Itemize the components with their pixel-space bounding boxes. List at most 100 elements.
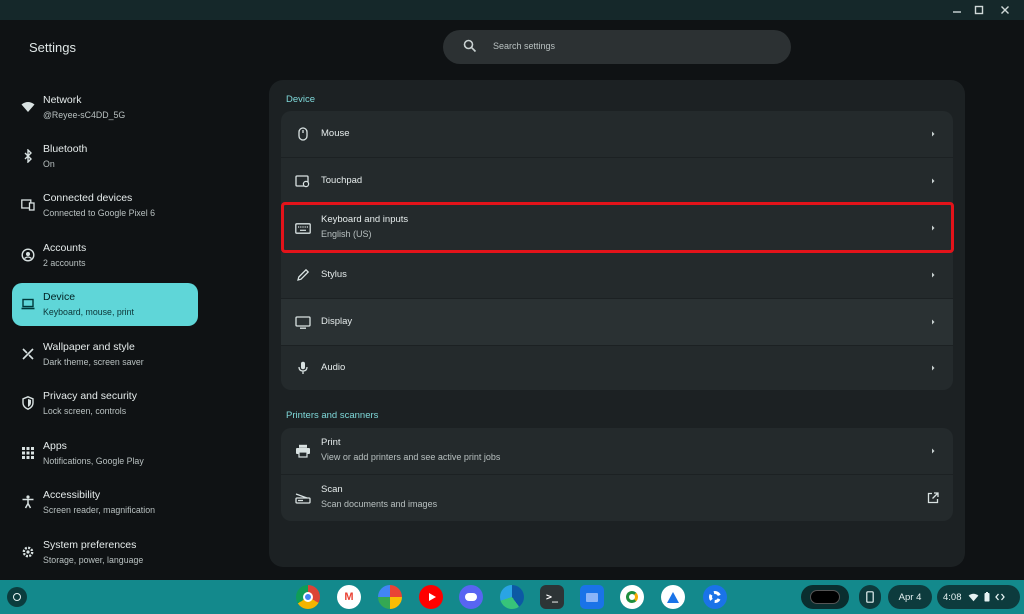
sidebar-item-privacy[interactable]: Privacy and security Lock screen, contro… [12, 382, 198, 425]
mouse-label: Mouse [321, 128, 350, 139]
terminal-icon[interactable]: >_ [540, 585, 564, 609]
device-section-heading: Device [286, 94, 316, 105]
chrome-icon[interactable] [296, 585, 320, 609]
touchpad-icon [295, 173, 311, 189]
bluetooth-icon [20, 148, 36, 164]
apps-grid-icon [20, 445, 36, 461]
sidebar-item-label: System preferences [43, 539, 137, 551]
chevron-right-icon [932, 178, 935, 184]
sidebar-item-wallpaper[interactable]: Wallpaper and style Dark theme, screen s… [12, 333, 198, 376]
shield-icon [20, 395, 36, 411]
scan-row[interactable]: Scan Scan documents and images [281, 475, 953, 521]
discord-icon[interactable] [459, 585, 483, 609]
sidebar-item-label: Bluetooth [43, 143, 88, 155]
sidebar-item-sublabel: 2 accounts [43, 258, 86, 268]
close-icon[interactable] [994, 0, 1016, 20]
chevron-right-icon [932, 131, 935, 137]
files-icon[interactable] [580, 585, 604, 609]
accessibility-icon [20, 494, 36, 510]
laptop-icon [20, 296, 36, 312]
status-tray[interactable]: 4:08 [937, 585, 1020, 609]
palette-icon [20, 346, 36, 362]
sidebar-item-label: Device [43, 291, 76, 303]
stylus-label: Stylus [321, 269, 347, 280]
minimize-icon[interactable] [946, 0, 968, 20]
sidebar-item-sublabel: Notifications, Google Play [43, 456, 144, 466]
sidebar-item-network[interactable]: Network @Reyee-sC4DD_5G [12, 86, 198, 129]
chevron-right-icon [932, 319, 935, 325]
sidebar-item-bluetooth[interactable]: Bluetooth On [12, 135, 198, 178]
sidebar-item-sublabel: Lock screen, controls [43, 406, 127, 416]
search-icon [463, 39, 477, 58]
touchpad-label: Touchpad [321, 175, 363, 186]
title-bar [0, 0, 1024, 20]
sidebar-item-sublabel: Keyboard, mouse, print [43, 307, 134, 317]
edge-icon[interactable] [500, 585, 524, 609]
scan-label: Scan [321, 484, 343, 495]
wifi-icon [20, 99, 36, 115]
battery-icon [984, 592, 989, 602]
sidebar-item-sublabel: @Reyee-sC4DD_5G [43, 110, 126, 120]
mouse-row[interactable]: Mouse [281, 111, 953, 157]
printer-icon [295, 443, 311, 459]
sidebar-item-accessibility[interactable]: Accessibility Screen reader, magnificati… [12, 481, 198, 524]
settings-window: Settings Search settings Network @Reyee-… [0, 0, 1024, 580]
sidebar-item-sublabel: Storage, power, language [43, 555, 144, 565]
mouse-icon [295, 126, 311, 142]
sidebar-item-accounts[interactable]: Accounts 2 accounts [12, 234, 198, 277]
scan-sublabel: Scan documents and images [321, 499, 438, 509]
gmail-icon[interactable]: M [337, 585, 361, 609]
display-icon [295, 314, 311, 330]
search-bar[interactable]: Search settings [443, 30, 791, 64]
chevron-right-icon [932, 272, 935, 278]
camera-icon[interactable] [620, 585, 644, 609]
display-label: Display [321, 316, 353, 327]
search-placeholder: Search settings [493, 41, 556, 51]
code-brackets-icon [994, 593, 1005, 601]
print-label: Print [321, 437, 341, 448]
sidebar-item-connected-devices[interactable]: Connected devices Connected to Google Pi… [12, 184, 198, 227]
tote-icon[interactable] [801, 585, 849, 609]
keyboard-highlight-annotation [281, 202, 954, 253]
scanner-icon [295, 490, 311, 506]
printers-card: Print View or add printers and see activ… [281, 428, 953, 521]
app-title: Settings [29, 40, 76, 55]
printers-section-heading: Printers and scanners [286, 410, 379, 421]
sidebar-item-sublabel: Screen reader, magnification [43, 505, 155, 515]
display-row[interactable]: Display [281, 299, 953, 345]
lab-icon[interactable] [661, 585, 685, 609]
sidebar-item-sublabel: On [43, 159, 55, 169]
sidebar-item-label: Connected devices [43, 192, 133, 204]
launcher-button[interactable] [7, 587, 27, 607]
device-settings-panel: Device Mouse Touchpad Keyboard and input… [269, 80, 965, 567]
youtube-music-icon[interactable] [419, 585, 443, 609]
maximize-icon[interactable] [968, 0, 990, 20]
sidebar-item-label: Accounts [43, 242, 87, 254]
sidebar-item-apps[interactable]: Apps Notifications, Google Play [12, 432, 198, 475]
accounts-icon [20, 247, 36, 263]
sidebar-item-label: Apps [43, 440, 67, 452]
phone-hub-icon[interactable] [859, 585, 881, 609]
sidebar-item-device[interactable]: Device Keyboard, mouse, print [12, 283, 198, 326]
date-tray[interactable]: Apr 4 [888, 585, 932, 609]
sidebar-item-system-preferences[interactable]: System preferences Storage, power, langu… [12, 531, 198, 574]
chevron-right-icon [932, 365, 935, 371]
chevron-right-icon [932, 448, 935, 454]
clock-time: 4:08 [943, 591, 962, 603]
sidebar-item-label: Wallpaper and style [43, 341, 135, 353]
stylus-icon [295, 267, 311, 283]
sidebar-item-sublabel: Connected to Google Pixel 6 [43, 208, 155, 218]
stylus-row[interactable]: Stylus [281, 252, 953, 298]
print-row[interactable]: Print View or add printers and see activ… [281, 428, 953, 474]
sidebar-item-label: Privacy and security [43, 390, 137, 402]
settings-icon[interactable] [703, 585, 727, 609]
touchpad-row[interactable]: Touchpad [281, 158, 953, 204]
audio-label: Audio [321, 362, 346, 373]
open-external-icon [927, 492, 939, 504]
audio-row[interactable]: Audio [281, 345, 953, 390]
photos-icon[interactable] [378, 585, 402, 609]
print-sublabel: View or add printers and see active prin… [321, 452, 501, 462]
sidebar-item-label: Accessibility [43, 489, 101, 501]
wifi-status-icon [968, 593, 978, 601]
connected-devices-icon [20, 197, 36, 213]
